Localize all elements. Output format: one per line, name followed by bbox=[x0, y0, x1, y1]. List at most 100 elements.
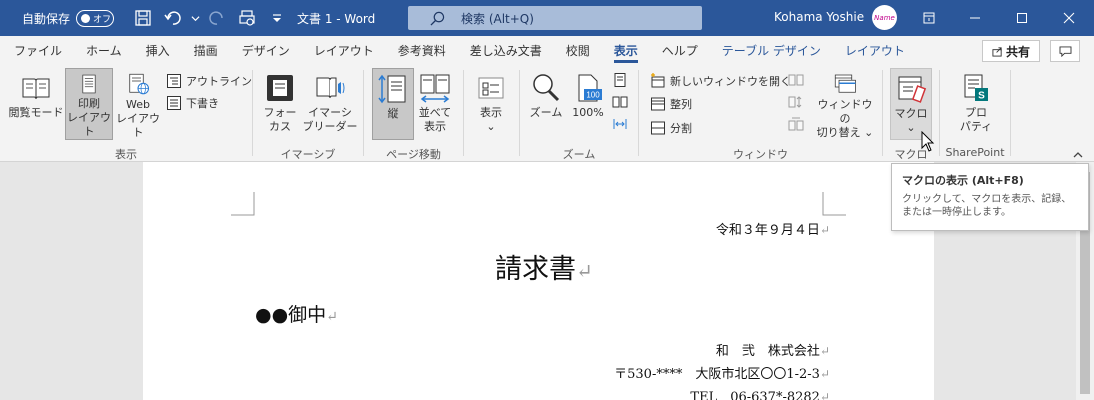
tab-draw[interactable]: 描画 bbox=[182, 36, 230, 66]
zoom-label: ズーム bbox=[529, 106, 563, 119]
draft-button[interactable]: 下書き bbox=[166, 93, 219, 113]
minimize-button[interactable] bbox=[952, 0, 998, 36]
redo-icon[interactable] bbox=[202, 3, 232, 33]
arrange-all-label: 整列 bbox=[670, 98, 692, 111]
group-label-window: ウィンドウ bbox=[733, 148, 788, 161]
macros-tooltip: マクロの表示 (Alt+F8) クリックして、マクロを表示、記録、または一時停止… bbox=[891, 163, 1089, 231]
tab-help[interactable]: ヘルプ bbox=[650, 36, 710, 66]
outline-icon bbox=[167, 74, 181, 88]
avatar[interactable]: Name bbox=[872, 5, 897, 30]
autosave-toggle[interactable]: オフ bbox=[76, 9, 115, 27]
immersive-reader-button[interactable]: イマーシ ブリーダー bbox=[302, 68, 358, 140]
focus-label-2: カス bbox=[269, 120, 291, 133]
reset-window-position-icon bbox=[788, 117, 804, 131]
paragraph-mark: ↵ bbox=[819, 344, 830, 358]
read-mode-button[interactable]: 閲覧モード bbox=[6, 68, 66, 140]
mouse-cursor-icon bbox=[921, 131, 935, 152]
outline-button[interactable]: アウトライン bbox=[166, 71, 252, 91]
tab-insert[interactable]: 挿入 bbox=[134, 36, 182, 66]
doc-address-text: 〒530-**** 大阪市北区〇〇1-2-3 bbox=[614, 367, 820, 382]
paragraph-mark: ↵ bbox=[819, 223, 830, 237]
draft-label: 下書き bbox=[186, 97, 219, 110]
tab-home[interactable]: ホーム bbox=[74, 36, 134, 66]
undo-icon[interactable] bbox=[158, 3, 188, 33]
close-icon bbox=[1063, 12, 1075, 24]
macros-button[interactable]: マクロ ⌄ bbox=[890, 68, 932, 140]
vertical-page-label: 縦 bbox=[387, 107, 399, 120]
switch-windows-icon bbox=[834, 74, 856, 93]
split-button[interactable]: 分割 bbox=[650, 118, 692, 138]
share-button[interactable]: 共有 bbox=[982, 40, 1040, 62]
svg-text:S: S bbox=[978, 91, 985, 102]
search-box[interactable]: 検索 (Alt+Q) bbox=[408, 6, 702, 30]
group-label-sharepoint: SharePoint bbox=[945, 146, 1005, 159]
show-button[interactable]: 表示 ⌄ bbox=[470, 68, 512, 140]
focus-button[interactable]: フォー カス bbox=[258, 68, 302, 140]
one-page-button[interactable] bbox=[612, 70, 628, 90]
tab-review[interactable]: 校閲 bbox=[554, 36, 602, 66]
new-window-label: 新しいウィンドウを開く bbox=[670, 75, 791, 88]
maximize-button[interactable] bbox=[999, 0, 1045, 36]
read-mode-icon bbox=[22, 78, 50, 100]
collapse-ribbon-icon[interactable] bbox=[1072, 150, 1084, 160]
tab-design[interactable]: デザイン bbox=[230, 36, 302, 66]
split-icon bbox=[651, 121, 665, 135]
page-width-button[interactable] bbox=[612, 114, 628, 134]
crop-mark-left bbox=[231, 192, 255, 216]
doc-recipient: ●●御中↵ bbox=[255, 300, 338, 327]
autosave-state: オフ bbox=[93, 14, 112, 25]
group-separator bbox=[638, 70, 639, 156]
document-title: 文書 1 - Word bbox=[297, 12, 376, 26]
close-button[interactable] bbox=[1046, 0, 1092, 36]
document-page[interactable]: 令和３年９月４日↵ 請求書↵ ●●御中↵ 和 弐 株式会社↵ 〒530-****… bbox=[143, 162, 934, 400]
comments-button[interactable] bbox=[1050, 40, 1080, 62]
draft-icon bbox=[167, 96, 181, 110]
group-label-immersive: イマーシブ bbox=[280, 148, 336, 161]
zoom-button[interactable]: ズーム bbox=[524, 68, 568, 140]
properties-button[interactable]: S プロ パティ bbox=[952, 68, 1000, 140]
web-layout-button[interactable]: Web レイアウト bbox=[114, 68, 162, 140]
reset-window-position-button[interactable] bbox=[788, 114, 804, 134]
group-separator bbox=[519, 70, 520, 156]
switch-windows-label-1: ウィンドウの bbox=[817, 98, 873, 125]
toggle-knob bbox=[81, 13, 91, 23]
customize-qat-icon[interactable] bbox=[262, 3, 292, 33]
save-icon[interactable] bbox=[128, 3, 158, 33]
focus-icon bbox=[267, 75, 293, 101]
vertical-page-button[interactable]: 縦 bbox=[372, 68, 414, 140]
doc-title-text: 請求書 bbox=[495, 254, 576, 285]
group-label-page-move: ページ移動 bbox=[386, 148, 441, 161]
tab-table-design[interactable]: テーブル デザイン bbox=[710, 36, 833, 66]
undo-dropdown-icon[interactable] bbox=[188, 3, 202, 33]
tab-file[interactable]: ファイル bbox=[0, 36, 74, 66]
view-side-by-side-button[interactable] bbox=[788, 70, 804, 90]
new-window-button[interactable]: 新しいウィンドウを開く bbox=[650, 71, 791, 91]
zoom-100-icon: 100 bbox=[578, 74, 602, 102]
web-layout-icon bbox=[129, 73, 150, 95]
synchronous-scrolling-button[interactable] bbox=[788, 92, 804, 112]
one-page-icon bbox=[614, 73, 626, 87]
switch-windows-label-2: 切り替え ⌄ bbox=[816, 126, 874, 139]
focus-label-1: フォー bbox=[263, 106, 297, 119]
tab-references[interactable]: 参考資料 bbox=[386, 36, 458, 66]
multiple-pages-button[interactable] bbox=[612, 92, 628, 112]
arrange-all-button[interactable]: 整列 bbox=[650, 94, 692, 114]
macros-label: マクロ bbox=[894, 107, 928, 120]
tab-table-layout[interactable]: レイアウト bbox=[833, 36, 917, 66]
print-preview-icon[interactable] bbox=[232, 3, 262, 33]
user-name[interactable]: Kohama Yoshie bbox=[774, 10, 864, 24]
side-to-side-button[interactable]: 並べて 表示 bbox=[414, 68, 456, 140]
paragraph-mark: ↵ bbox=[819, 367, 830, 381]
print-layout-button[interactable]: 印刷 レイアウト bbox=[65, 68, 113, 140]
avatar-text: Name bbox=[874, 13, 895, 22]
switch-windows-button[interactable]: ウィンドウの 切り替え ⌄ bbox=[814, 68, 876, 140]
tab-view[interactable]: 表示 bbox=[602, 36, 650, 66]
ribbon-display-options-button[interactable] bbox=[906, 0, 952, 36]
tab-mailings[interactable]: 差し込み文書 bbox=[458, 36, 554, 66]
group-separator bbox=[463, 70, 464, 156]
tab-layout[interactable]: レイアウト bbox=[302, 36, 386, 66]
zoom-100-button[interactable]: 100 100% bbox=[568, 68, 608, 140]
web-layout-label-2: レイアウト bbox=[116, 112, 160, 139]
zoom-icon bbox=[533, 74, 560, 102]
properties-label-1: プロ bbox=[965, 106, 987, 119]
